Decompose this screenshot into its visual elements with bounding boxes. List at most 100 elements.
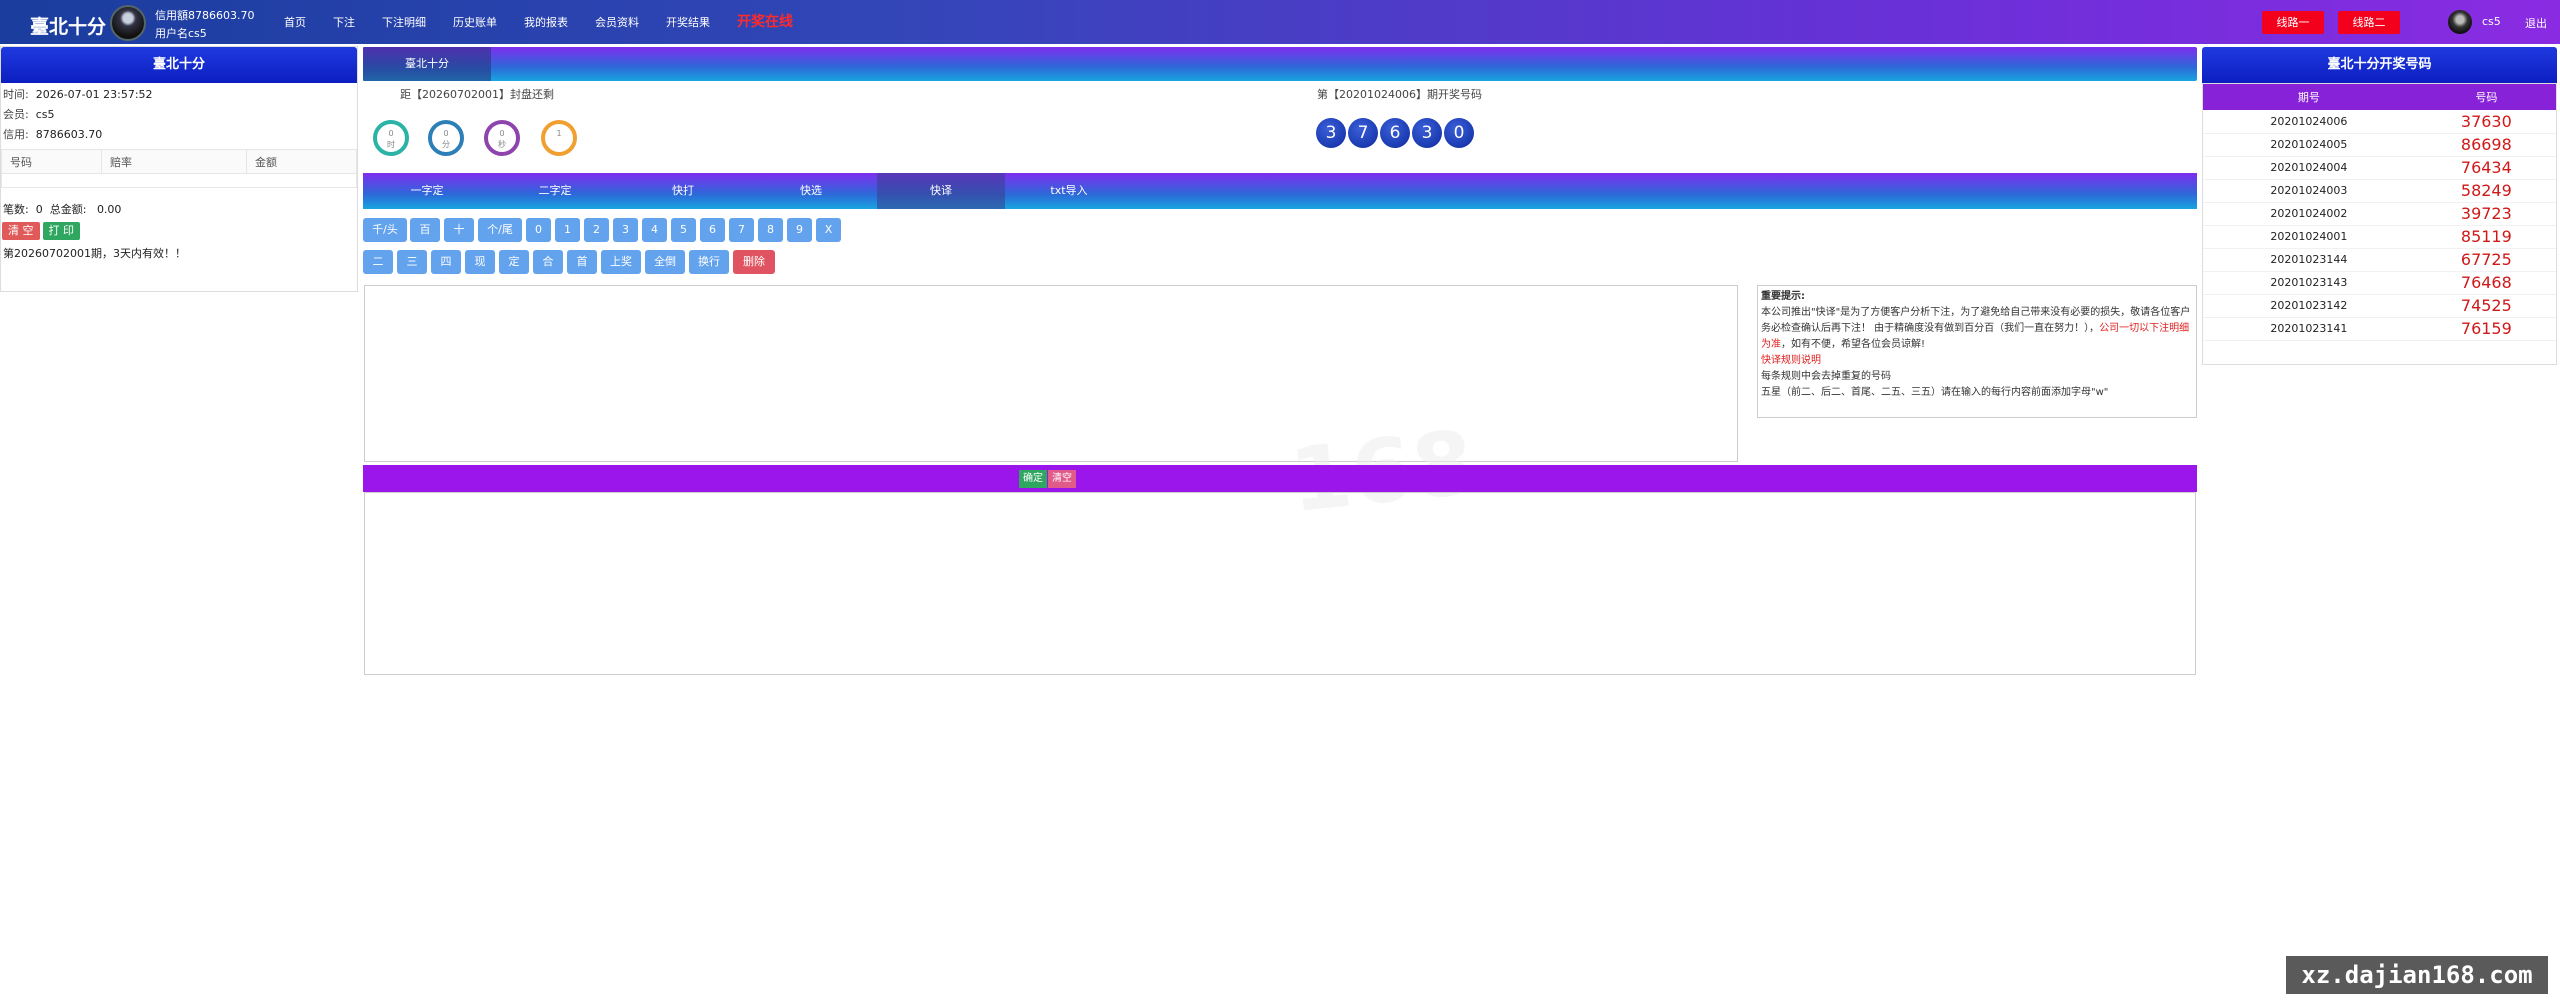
key-digit-9[interactable]: 9 bbox=[787, 218, 812, 242]
draw-ball: 3 bbox=[1412, 118, 1442, 148]
key-hundreds[interactable]: 百 bbox=[410, 218, 440, 242]
key-three[interactable]: 三 bbox=[397, 250, 427, 274]
time-value: 2026-07-01 23:57:52 bbox=[35, 88, 153, 101]
tab-game-name[interactable]: 臺北十分 bbox=[363, 47, 491, 81]
table-row: 20201023144 67725 bbox=[2202, 248, 2557, 272]
header-number: 号码 bbox=[1, 149, 102, 174]
site-watermark: xz.dajian168.com bbox=[2286, 956, 2548, 994]
countdown-extra: 1 bbox=[541, 120, 577, 156]
account-summary: 信用額8786603.70 用户名cs5 bbox=[155, 7, 254, 43]
clear-button[interactable]: 清空 bbox=[1048, 470, 1076, 488]
tab-quick-translate[interactable]: 快译 bbox=[877, 173, 1005, 209]
key-digit-5[interactable]: 5 bbox=[671, 218, 696, 242]
key-digit-2[interactable]: 2 bbox=[584, 218, 609, 242]
key-digit-4[interactable]: 4 bbox=[642, 218, 667, 242]
header-number: 号码 bbox=[2415, 83, 2557, 110]
translated-output-area bbox=[364, 492, 2196, 675]
table-row: 20201024005 86698 bbox=[2202, 133, 2557, 157]
nav-bet[interactable]: 下注 bbox=[333, 14, 355, 31]
user-avatar bbox=[2448, 10, 2472, 34]
key-two[interactable]: 二 bbox=[363, 250, 393, 274]
countdown-minutes: 0分 bbox=[428, 120, 464, 156]
countdown-hours: 0时 bbox=[373, 120, 409, 156]
table-row: 20201023141 76159 bbox=[2202, 317, 2557, 341]
quick-translate-input[interactable] bbox=[364, 285, 1738, 462]
avatar bbox=[110, 5, 146, 41]
nav-history[interactable]: 历史账单 bbox=[453, 14, 497, 31]
bet-slip-panel: 臺北十分 时间: 2026-07-01 23:57:52 会员: cs5 信用:… bbox=[0, 46, 358, 292]
tab-two-digit[interactable]: 二字定 bbox=[491, 173, 619, 209]
print-button[interactable]: 打 印 bbox=[42, 222, 80, 240]
bet-type-tabs: 一字定 二字定 快打 快选 快译 txt导入 bbox=[363, 173, 2197, 209]
rules-link[interactable]: 快译规则说明 bbox=[1761, 353, 2193, 369]
brand-title: 臺北十分 bbox=[30, 16, 107, 38]
header-period: 期号 bbox=[2202, 83, 2416, 110]
line-two-button[interactable]: 线路二 bbox=[2338, 11, 2400, 34]
credit-value: 8786603.70 bbox=[35, 128, 103, 141]
key-top-prize[interactable]: 上奖 bbox=[601, 250, 641, 274]
key-digit-7[interactable]: 7 bbox=[729, 218, 754, 242]
table-row: 20201024002 39723 bbox=[2202, 202, 2557, 226]
table-row: 20201024006 37630 bbox=[2202, 110, 2557, 134]
header-amount: 金额 bbox=[246, 149, 357, 174]
draw-result-label: 第【20201024006】期开奖号码 bbox=[1317, 88, 1482, 101]
game-header: 臺北十分 bbox=[363, 47, 2197, 81]
credit-row: 信用: 8786603.70 bbox=[3, 128, 103, 141]
user-line: 用户名cs5 bbox=[155, 27, 207, 40]
key-digit-0[interactable]: 0 bbox=[526, 218, 551, 242]
table-header-row: 期号 号码 bbox=[2202, 83, 2557, 110]
member-value: cs5 bbox=[35, 108, 55, 121]
tab-one-digit[interactable]: 一字定 bbox=[363, 173, 491, 209]
nav-live-draw[interactable]: 开奖在线 bbox=[737, 11, 793, 31]
results-panel-title: 臺北十分开奖号码 bbox=[2202, 47, 2557, 83]
tab-quick-select[interactable]: 快选 bbox=[747, 173, 875, 209]
key-digit-3[interactable]: 3 bbox=[613, 218, 638, 242]
key-thousands[interactable]: 千/头 bbox=[363, 218, 407, 242]
confirm-bar: 确定 清空 bbox=[363, 465, 2197, 492]
key-four[interactable]: 四 bbox=[431, 250, 461, 274]
count-value: 0 bbox=[35, 203, 43, 216]
important-tips: 重要提示: 本公司推出"快译"是为了方便客户分析下注，为了避免给自己带来没有必要… bbox=[1757, 285, 2197, 418]
nav-member-info[interactable]: 会员资料 bbox=[595, 14, 639, 31]
key-digit-8[interactable]: 8 bbox=[758, 218, 783, 242]
key-delete[interactable]: 删除 bbox=[733, 250, 775, 274]
key-x[interactable]: X bbox=[816, 218, 841, 242]
key-digit-6[interactable]: 6 bbox=[700, 218, 725, 242]
bet-slip-title: 臺北十分 bbox=[1, 47, 357, 83]
key-current[interactable]: 现 bbox=[465, 250, 495, 274]
key-digit-1[interactable]: 1 bbox=[555, 218, 580, 242]
validity-notice: 第20260702001期，3天内有效！！ bbox=[3, 247, 186, 260]
username: cs5 bbox=[2482, 15, 2501, 28]
draw-ball: 6 bbox=[1380, 118, 1410, 148]
top-navbar: 臺北十分 信用額8786603.70 用户名cs5 首页 下注 下注明细 历史账… bbox=[0, 0, 2560, 44]
countdown-seconds: 0秒 bbox=[484, 120, 520, 156]
bet-slip-table: 号码 赔率 金额 bbox=[1, 149, 357, 188]
nav-home[interactable]: 首页 bbox=[284, 14, 306, 31]
table-row: 20201023142 74525 bbox=[2202, 294, 2557, 318]
draw-ball: 0 bbox=[1444, 118, 1474, 148]
key-first[interactable]: 首 bbox=[567, 250, 597, 274]
main-nav: 首页 下注 下注明细 历史账单 我的报表 会员资料 开奖结果 开奖在线 bbox=[284, 14, 820, 31]
line-one-button[interactable]: 线路一 bbox=[2262, 11, 2324, 34]
nav-results[interactable]: 开奖结果 bbox=[666, 14, 710, 31]
key-fixed[interactable]: 定 bbox=[499, 250, 529, 274]
key-units[interactable]: 个/尾 bbox=[478, 218, 522, 242]
nav-bet-details[interactable]: 下注明细 bbox=[382, 14, 426, 31]
clear-slip-button[interactable]: 清 空 bbox=[2, 222, 40, 240]
close-countdown-label: 距【20260702001】封盘还剩 bbox=[400, 88, 554, 101]
table-row: 20201024003 58249 bbox=[2202, 179, 2557, 203]
draw-ball: 7 bbox=[1348, 118, 1378, 148]
logout-link[interactable]: 退出 bbox=[2525, 15, 2547, 31]
key-combine[interactable]: 合 bbox=[533, 250, 563, 274]
header-odds: 赔率 bbox=[101, 149, 247, 174]
key-newline[interactable]: 换行 bbox=[689, 250, 729, 274]
table-row: 20201024004 76434 bbox=[2202, 156, 2557, 180]
tab-txt-import[interactable]: txt导入 bbox=[1005, 173, 1133, 209]
tab-quick-play[interactable]: 快打 bbox=[619, 173, 747, 209]
draw-ball: 3 bbox=[1316, 118, 1346, 148]
key-all-reverse[interactable]: 全倒 bbox=[645, 250, 685, 274]
confirm-button[interactable]: 确定 bbox=[1019, 470, 1047, 488]
totals-row: 笔数: 0 总金额: 0.00 bbox=[3, 203, 122, 216]
nav-reports[interactable]: 我的报表 bbox=[524, 14, 568, 31]
key-tens[interactable]: 十 bbox=[444, 218, 474, 242]
